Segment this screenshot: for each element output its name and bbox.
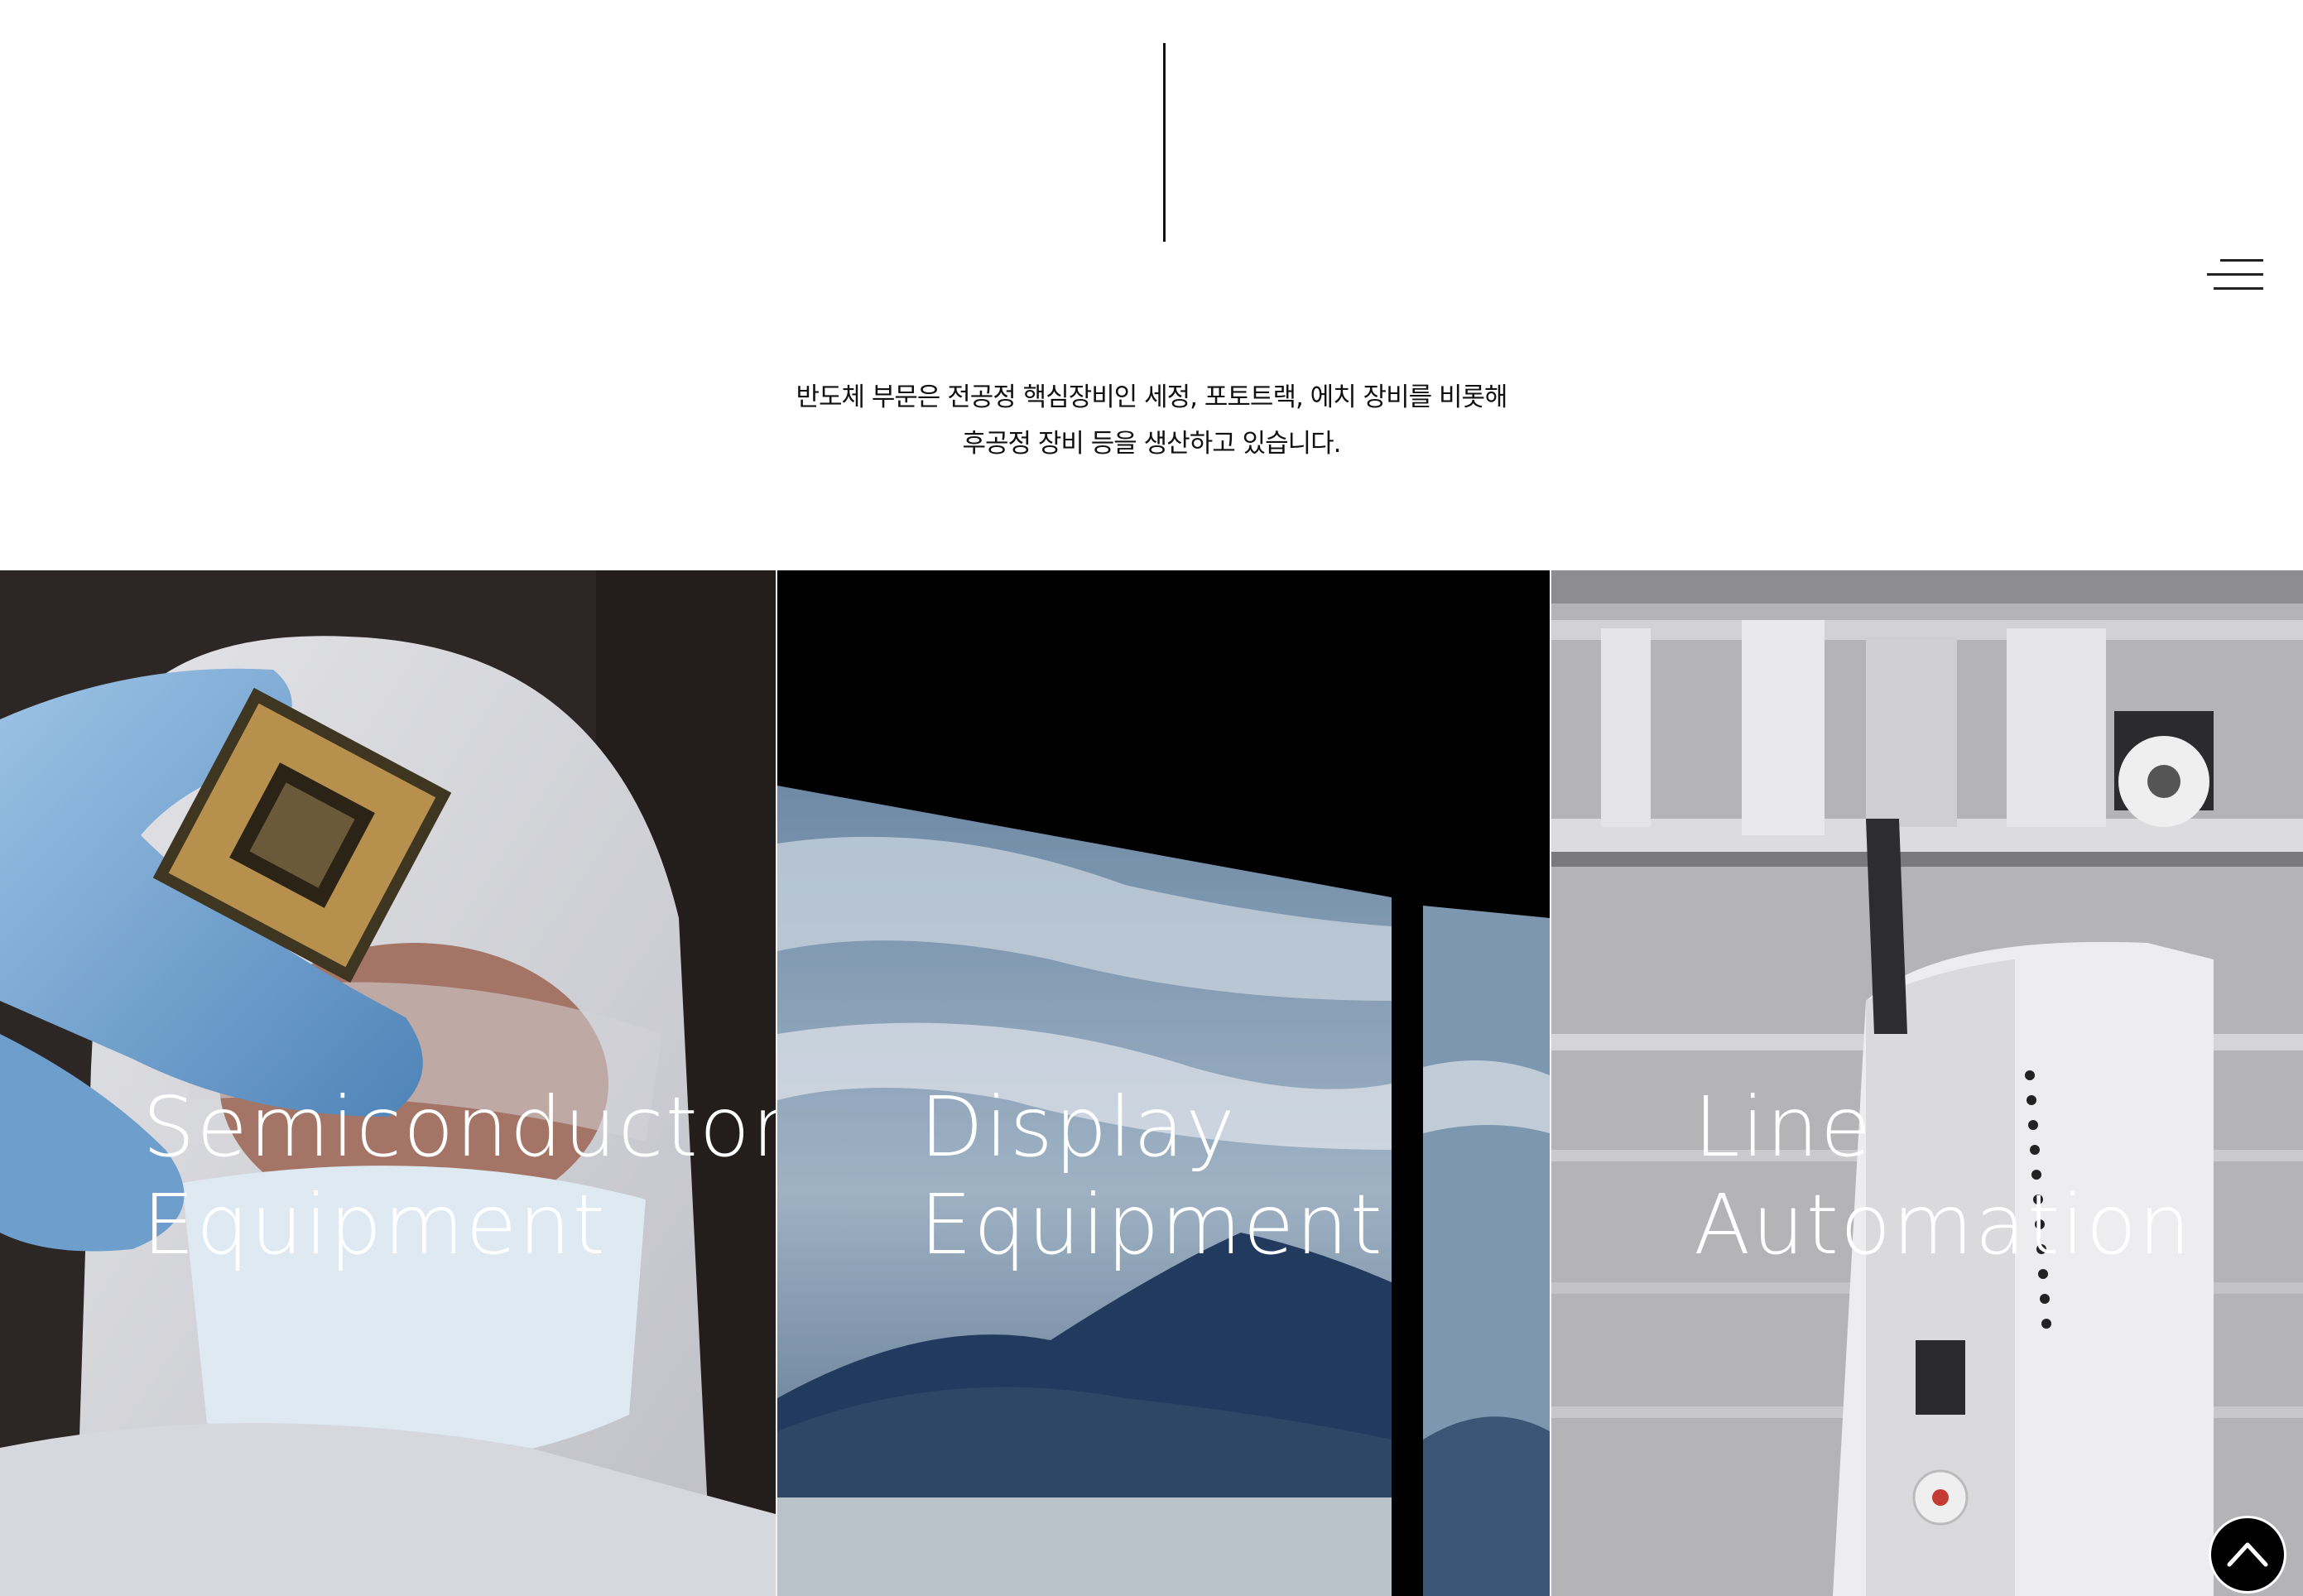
panel-display-equipment[interactable]: Display Equipment [776, 570, 1551, 1596]
panel-title-line-1: Display [920, 1079, 1237, 1175]
vertical-divider-line [1163, 43, 1166, 242]
chevron-up-icon [2227, 1542, 2268, 1567]
panel-semiconductor-equipment[interactable]: Semiconductor Equipment [0, 570, 776, 1596]
panel-title: Display Equipment [920, 1079, 1384, 1274]
panel-title-line-1: Line [1694, 1079, 1873, 1175]
page: 반도체 부문은 전공정 핵심장비인 세정, 포토트랙, 에치 장비를 비롯해 후… [0, 0, 2303, 1596]
panel-title-line-1: Semiconductor [142, 1079, 776, 1175]
panel-title-line-2: Equipment [142, 1176, 607, 1273]
intro-line-1: 반도체 부문은 전공정 핵심장비인 세정, 포토트랙, 에치 장비를 비롯해 [796, 382, 1507, 412]
panel-title: Line Automation [1694, 1079, 2192, 1274]
panel-title-line-2: Equipment [920, 1176, 1384, 1273]
scroll-to-top-button[interactable] [2209, 1516, 2286, 1594]
panel-title: Semiconductor Equipment [142, 1079, 776, 1274]
intro-line-2: 후공정 장비 등을 생산하고 있습니다. [962, 429, 1341, 459]
menu-button[interactable] [2205, 253, 2263, 295]
panel-title-line-2: Automation [1694, 1176, 2193, 1273]
intro-text: 반도체 부문은 전공정 핵심장비인 세정, 포토트랙, 에치 장비를 비롯해 후… [0, 374, 2303, 467]
panel-line-automation[interactable]: Line Automation [1551, 570, 2303, 1596]
business-panels: Semiconductor Equipment Display Equipmen… [0, 570, 2303, 1596]
